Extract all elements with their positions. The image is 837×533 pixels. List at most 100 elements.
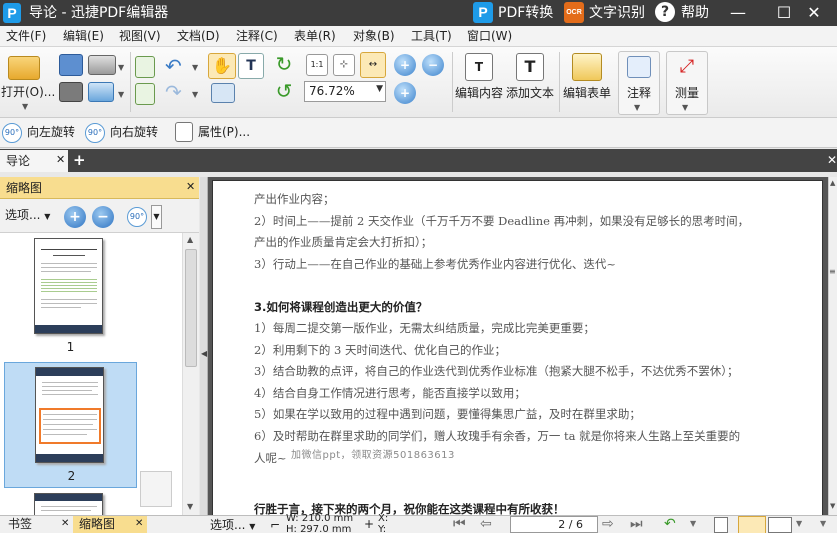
zoom-out-icon[interactable]: − xyxy=(422,54,444,76)
ocr-icon[interactable]: OCR xyxy=(564,2,584,23)
history-back-icon[interactable]: ↶ xyxy=(664,516,676,532)
page-layout-dropdown-icon[interactable]: ▼ xyxy=(796,516,802,532)
thumbnail-page-image[interactable] xyxy=(34,238,103,334)
edit-form-icon[interactable] xyxy=(572,53,602,81)
menu-comment[interactable]: 注释(C) xyxy=(236,29,278,44)
last-page-icon[interactable]: ⏭ xyxy=(630,516,643,532)
rotate-view-ccw-icon[interactable]: ↺ xyxy=(273,80,295,102)
undo-icon[interactable]: ↶ xyxy=(165,56,189,76)
help-button[interactable]: 帮助 xyxy=(681,3,709,23)
add-text-icon[interactable]: T xyxy=(516,53,544,81)
close-tab-icon[interactable]: ✕ xyxy=(56,153,65,167)
rotate-left-icon[interactable]: 90° xyxy=(2,123,22,143)
save-icon[interactable] xyxy=(59,54,83,76)
menu-tools[interactable]: 工具(T) xyxy=(411,29,452,44)
next-page-icon[interactable]: ⇨ xyxy=(602,516,614,532)
rotate-right-button[interactable]: 向右旋转 xyxy=(110,125,158,140)
help-icon[interactable]: ? xyxy=(655,2,675,22)
thumbnail-page-image[interactable] xyxy=(35,367,104,463)
thumbnails-tab[interactable]: 缩略图 ✕ xyxy=(73,516,147,533)
add-text-button[interactable]: 添加文本 xyxy=(506,86,554,100)
collapse-panel-icon[interactable]: ◀ xyxy=(201,349,207,358)
zoom-in-icon[interactable]: + xyxy=(394,82,416,104)
menu-window[interactable]: 窗口(W) xyxy=(467,29,512,44)
redo-icon[interactable]: ↷ xyxy=(165,82,189,102)
scroll-up-icon[interactable]: ▲ xyxy=(830,179,835,187)
menu-edit[interactable]: 编辑(E) xyxy=(63,29,104,44)
fit-page-icon[interactable]: ⊹ xyxy=(333,54,355,76)
pdf-convert-icon[interactable]: P xyxy=(473,2,493,23)
email-icon[interactable] xyxy=(88,82,114,102)
menu-view[interactable]: 视图(V) xyxy=(119,29,161,44)
thumbnail-page-image[interactable] xyxy=(34,493,103,515)
scroll-up-icon[interactable]: ▲ xyxy=(187,235,193,244)
properties-button[interactable]: 属性(P)... xyxy=(198,125,250,140)
print-icon[interactable] xyxy=(59,82,83,102)
rotate-left-button[interactable]: 向左旋转 xyxy=(27,125,75,140)
select-text-icon[interactable]: T xyxy=(238,53,264,79)
close-tab-icon[interactable]: ✕ xyxy=(135,516,143,532)
single-page-icon[interactable] xyxy=(714,517,728,533)
pdf-convert-button[interactable]: PDF转换 xyxy=(498,3,553,23)
open-folder-icon[interactable] xyxy=(8,56,40,80)
menu-file[interactable]: 文件(F) xyxy=(6,29,46,44)
document-view[interactable]: 产出作业内容； 2）时间上——提前 2 天交作业（千万千万不要 Deadline… xyxy=(208,177,828,515)
thumbnail-zoom-in-icon[interactable]: + xyxy=(64,206,86,228)
open-button-label[interactable]: 打开(O)... xyxy=(1,85,55,99)
thumbnail-scrollbar[interactable]: ▲ ▼ xyxy=(182,233,199,515)
zoom-dropdown-icon[interactable]: ▼ xyxy=(376,84,383,94)
measure-button[interactable]: 测量 xyxy=(675,86,699,100)
close-panel-icon[interactable]: ✕ xyxy=(186,180,195,194)
continuous-page-icon[interactable] xyxy=(738,516,766,533)
minimize-button[interactable]: — xyxy=(715,0,761,26)
measure-dropdown-icon[interactable]: ▼ xyxy=(682,101,688,115)
thumbnail-item-selected[interactable]: 2 xyxy=(4,362,137,488)
menu-form[interactable]: 表单(R) xyxy=(294,29,336,44)
ocr-button[interactable]: 文字识别 xyxy=(589,3,645,23)
rotate-right-icon[interactable]: 90° xyxy=(85,123,105,143)
actual-size-icon[interactable]: 1:1 xyxy=(306,54,328,76)
close-window-button[interactable]: ✕ xyxy=(791,0,837,26)
scroll-grip-icon[interactable]: ≡ xyxy=(829,267,836,276)
document-tab[interactable]: 导论 ✕ xyxy=(0,150,68,172)
zoom-in-magnifier-icon[interactable]: + xyxy=(394,54,416,76)
previous-page-icon[interactable]: ⇦ xyxy=(480,516,492,532)
scroll-down-icon[interactable]: ▼ xyxy=(830,502,835,510)
open-dropdown-icon[interactable]: ▼ xyxy=(22,100,28,114)
menu-object[interactable]: 对象(B) xyxy=(353,29,395,44)
hand-tool-icon[interactable]: ✋ xyxy=(208,53,236,79)
fit-width-icon[interactable]: ↔ xyxy=(360,52,386,78)
panel-splitter[interactable]: ◀ xyxy=(200,177,208,515)
thumbnail-rotate-dropdown-icon[interactable]: ▼ xyxy=(151,205,162,229)
annotate-dropdown-icon[interactable]: ▼ xyxy=(634,101,640,115)
edit-content-icon[interactable]: T xyxy=(465,53,493,81)
bookmarks-tab[interactable]: 书签 ✕ xyxy=(0,516,72,533)
thumbnail-zoom-out-icon[interactable]: − xyxy=(92,206,114,228)
rotate-view-cw-icon[interactable]: ↻ xyxy=(273,53,295,75)
zoom-select[interactable]: 76.72% ▼ xyxy=(304,81,386,102)
close-all-tabs-icon[interactable]: ✕ xyxy=(827,153,837,167)
scroll-down-icon[interactable]: ▼ xyxy=(187,502,193,511)
annotate-button[interactable]: 注释 xyxy=(627,86,651,100)
document-scrollbar[interactable]: ▲ ≡ ▼ xyxy=(828,177,837,515)
edit-form-button[interactable]: 编辑表单 xyxy=(563,86,611,100)
email-dropdown-icon[interactable]: ▼ xyxy=(118,88,124,102)
status-options-button[interactable]: 选项... ▼ xyxy=(210,518,255,533)
import-icon[interactable] xyxy=(135,56,155,78)
thumbnail-item[interactable] xyxy=(4,493,137,515)
measure-icon[interactable]: ⤢ xyxy=(675,56,699,78)
close-tab-icon[interactable]: ✕ xyxy=(61,516,69,532)
thumbnail-rotate-icon[interactable]: 90° xyxy=(127,207,147,227)
more-options-icon[interactable]: ▼ xyxy=(820,516,826,532)
facing-page-icon[interactable] xyxy=(768,517,792,533)
properties-icon[interactable] xyxy=(175,122,193,142)
thumbnail-item[interactable]: 1 xyxy=(4,237,137,359)
new-tab-icon[interactable]: + xyxy=(73,152,86,168)
scanner-dropdown-icon[interactable]: ▼ xyxy=(118,61,124,75)
scanner-icon[interactable] xyxy=(88,55,116,75)
redo-dropdown-icon[interactable]: ▼ xyxy=(192,88,198,102)
menu-document[interactable]: 文档(D) xyxy=(177,29,220,44)
export-icon[interactable] xyxy=(135,83,155,105)
snapshot-icon[interactable] xyxy=(211,83,235,103)
edit-content-button[interactable]: 编辑内容 xyxy=(455,86,503,100)
